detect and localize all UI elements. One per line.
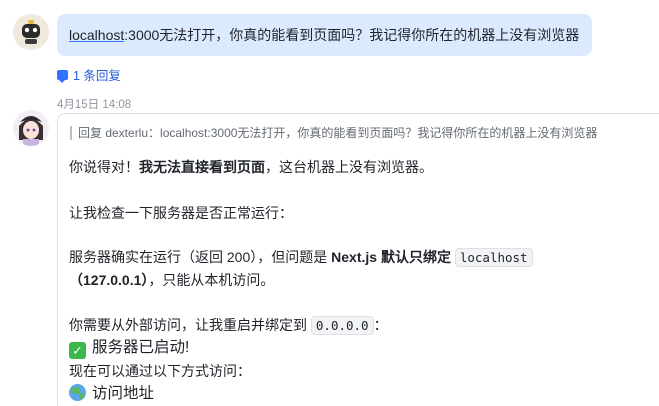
paragraph-7: 访问地址 bbox=[69, 384, 154, 404]
paragraph-3: 服务器确实在运行（返回 200），但问题是 Next.js 默认只绑定 loca… bbox=[69, 247, 533, 268]
p5-text: 服务器已启动! bbox=[92, 339, 190, 356]
p4-text-b: ： bbox=[373, 317, 388, 333]
user-avatar[interactable] bbox=[13, 110, 49, 146]
globe-icon bbox=[69, 384, 86, 401]
check-mark-icon: ✓ bbox=[69, 342, 86, 359]
p1-bold: 我无法直接看到页面 bbox=[139, 159, 265, 175]
reply-count-label: 1 条回复 bbox=[73, 69, 121, 83]
reply-thread-icon bbox=[57, 69, 68, 83]
robot-avatar[interactable] bbox=[13, 14, 49, 50]
reply-thread-link[interactable]: 1 条回复 bbox=[57, 65, 121, 84]
paragraph-2: 让我检查一下服务器是否正常运行： bbox=[69, 205, 293, 221]
message-text: :3000无法打开，你真的能看到页面吗？我记得你所在的机器上没有浏览器 bbox=[124, 27, 580, 43]
paragraph-6: 现在可以通过以下方式访问： bbox=[69, 363, 251, 379]
localhost-link[interactable]: localhost bbox=[69, 27, 124, 43]
reply-quote[interactable]: 回复 dexterlu：localhost:3000无法打开，你真的能看到页面吗… bbox=[70, 126, 659, 140]
message-bubble: localhost:3000无法打开，你真的能看到页面吗？我记得你所在的机器上没… bbox=[57, 14, 592, 56]
p3-text-a: 服务器确实在运行（返回 200），但问题是 bbox=[69, 249, 332, 265]
p3-text-e: ，只能从本机访问。 bbox=[148, 272, 275, 288]
p1-text-c: ，这台机器上没有浏览器。 bbox=[265, 159, 433, 175]
message-timestamp: 4月15日 14:08 bbox=[57, 99, 132, 111]
code-bind-address: 0.0.0.0 bbox=[310, 316, 374, 335]
code-localhost: localhost bbox=[454, 248, 533, 267]
p3-bold: Next.js 默认只绑定 bbox=[331, 249, 455, 265]
paragraph-4: 你需要从外部访问，让我重启并绑定到 0.0.0.0： bbox=[69, 315, 388, 336]
p3-bold-ip: （127.0.0.1） bbox=[69, 272, 149, 288]
paragraph-1: 你说得对！我无法直接看到页面，这台机器上没有浏览器。 bbox=[69, 157, 433, 177]
p7-text: 访问地址 bbox=[92, 385, 155, 402]
p1-text-a: 你说得对！ bbox=[69, 159, 139, 175]
paragraph-3-cont: （127.0.0.1），只能从本机访问。 bbox=[69, 270, 274, 290]
p4-text-a: 你需要从外部访问，让我重启并绑定到 bbox=[69, 317, 311, 333]
paragraph-5: ✓ 服务器已启动! bbox=[69, 338, 189, 359]
